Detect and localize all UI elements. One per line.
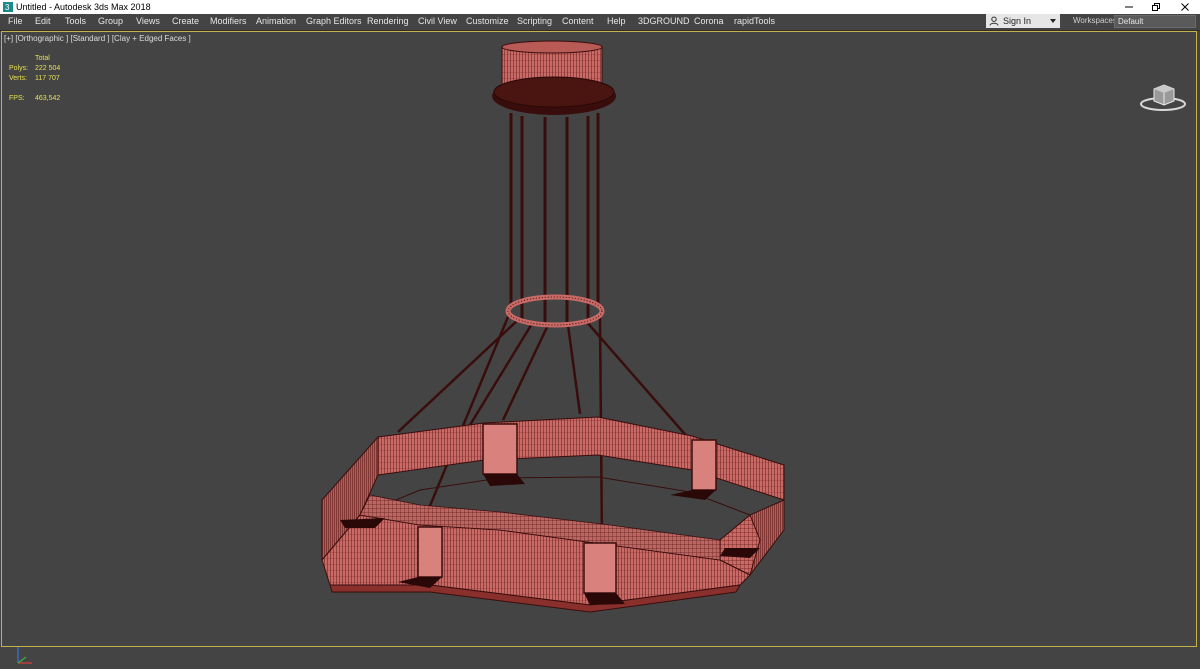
stats-total-label: Total [35,55,50,62]
menu-help[interactable]: Help [607,14,626,30]
menu-3dground[interactable]: 3DGROUND [638,14,690,30]
menu-rapidtools[interactable]: rapidTools [734,14,775,30]
workspaces-label: Workspaces: [1073,16,1120,25]
hanging-rods [509,113,600,325]
sign-in-label: Sign In [1003,16,1032,26]
menu-customize[interactable]: Customize [466,14,509,30]
menu-corona[interactable]: Corona [694,14,724,30]
menu-rendering[interactable]: Rendering [367,14,409,30]
menu-views[interactable]: Views [136,14,160,30]
workspaces-value: Default [1118,17,1144,26]
svg-text:3: 3 [5,3,10,12]
viewport-label-menu[interactable]: [+] [Orthographic ] [Standard ] [Clay + … [4,34,191,44]
close-button[interactable] [1170,0,1200,14]
axis-tripod-icon [17,647,32,664]
viewcube-icon[interactable] [1138,79,1188,113]
menu-graph-editors[interactable]: Graph Editors [306,14,362,30]
stats-fps-label: FPS: [9,95,25,102]
minimize-button[interactable] [1114,0,1144,14]
menu-group[interactable]: Group [98,14,123,30]
menu-civil-view[interactable]: Civil View [418,14,457,30]
menu-file[interactable]: File [8,14,23,30]
restore-button[interactable] [1141,0,1171,14]
stats-verts-value: 117 707 [35,75,60,82]
window-title: Untitled - Autodesk 3ds Max 2018 [16,2,151,12]
stats-polys-value: 222 504 [35,65,61,72]
title-bar: 3 Untitled - Autodesk 3ds Max 2018 [0,0,1200,14]
restore-icon [1152,3,1160,11]
menu-tools[interactable]: Tools [65,14,86,30]
workspaces-select[interactable]: Default [1114,15,1196,28]
close-icon [1181,3,1189,11]
menu-scripting[interactable]: Scripting [517,14,552,30]
chevron-down-icon [1050,19,1056,23]
menu-animation[interactable]: Animation [256,14,296,30]
stats-verts-label: Verts: [9,75,27,82]
3ds-max-app-icon: 3 [3,2,13,12]
menu-modifiers[interactable]: Modifiers [210,14,247,30]
chandelier-model [321,40,785,613]
sign-in-dropdown[interactable]: Sign In [986,14,1060,28]
stats-fps-value: 463,542 [35,95,61,102]
perspective-viewport[interactable] [0,31,1200,664]
user-icon [989,16,999,26]
minimize-icon [1125,6,1133,8]
menu-content[interactable]: Content [562,14,594,30]
menu-create[interactable]: Create [172,14,199,30]
stats-polys-label: Polys: [9,65,29,72]
ceiling-canopy [492,40,616,115]
menu-edit[interactable]: Edit [35,14,51,30]
